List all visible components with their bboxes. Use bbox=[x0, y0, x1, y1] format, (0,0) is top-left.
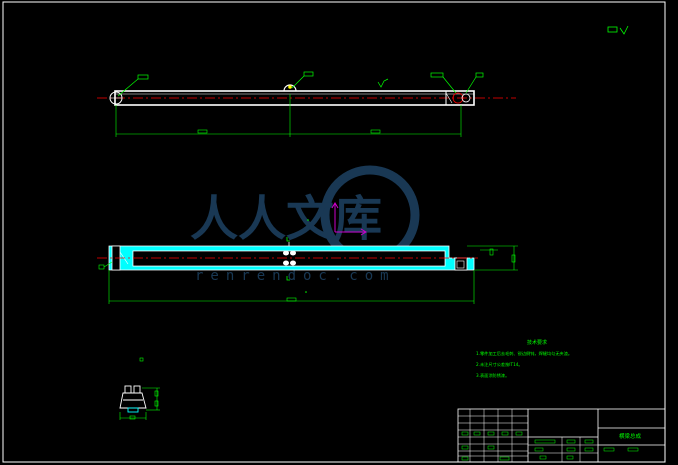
title-block-drawing-name: 横梁总成 bbox=[619, 432, 642, 440]
beam-outline-elevation bbox=[114, 90, 475, 106]
notes-title: 技术要求 bbox=[527, 339, 547, 346]
roughness-symbol-top-right bbox=[607, 25, 629, 35]
notes-line-2: 2.未注尺寸公差按IT14。 bbox=[476, 361, 523, 368]
detail-part bbox=[119, 385, 147, 413]
notes-line-3: 3.表面涂防锈漆。 bbox=[476, 372, 509, 379]
view-detail bbox=[119, 357, 160, 420]
watermark-text: 人人文库 bbox=[190, 191, 382, 247]
technical-notes: 技术要求 1.零件加工后去毛刺、锐边倒钝，焊缝均匀无夹渣。 2.未注尺寸公差按I… bbox=[476, 339, 572, 379]
notes-line-1: 1.零件加工后去毛刺、锐边倒钝，焊缝均匀无夹渣。 bbox=[476, 350, 572, 357]
view-elevation bbox=[97, 71, 516, 137]
cad-drawing-canvas: 人人文库 renrendoc.com 技术要求 1.零件加工后去毛刺、锐边倒钝，… bbox=[2, 1, 666, 463]
dimensions-elevation bbox=[115, 94, 462, 137]
